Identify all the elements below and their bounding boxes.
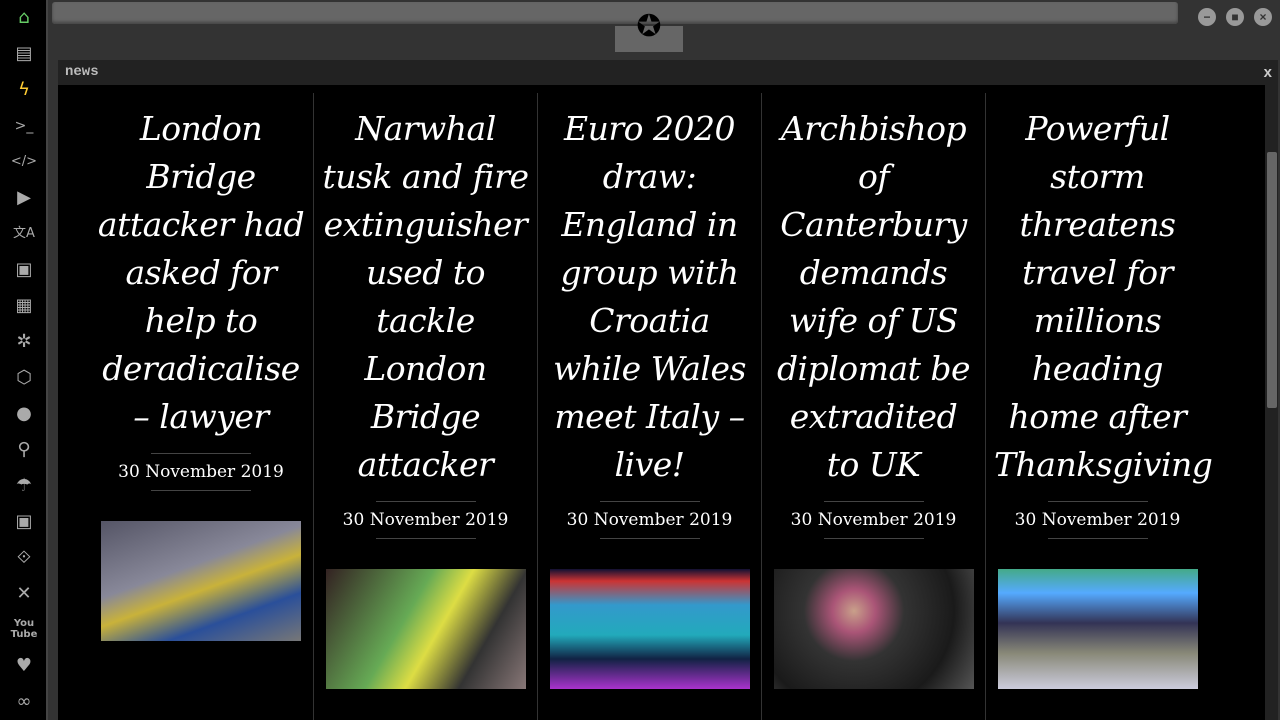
home-icon[interactable]: ⌂ xyxy=(10,6,38,30)
heart-icon[interactable]: ♥ xyxy=(10,654,38,678)
maximize-button[interactable]: ■ xyxy=(1226,8,1244,26)
infinity-cloud-icon[interactable]: ∞ xyxy=(10,690,38,714)
news-panel: news x London Bridge attacker had asked … xyxy=(58,60,1278,720)
rebel-logo-icon: ✪ xyxy=(636,10,662,43)
article-image[interactable] xyxy=(549,569,750,689)
article-headline[interactable]: Narwhal tusk and fire extinguisher used … xyxy=(314,93,537,489)
minimize-button[interactable]: − xyxy=(1198,8,1216,26)
article-date: 30 November 2019 xyxy=(343,501,508,539)
article-image[interactable] xyxy=(325,569,526,689)
article-card[interactable]: Archbishop of Canterbury demands wife of… xyxy=(761,93,985,720)
article-image[interactable] xyxy=(101,521,301,641)
newspaper-icon[interactable]: ▦ xyxy=(10,294,38,318)
document-icon[interactable]: ▤ xyxy=(10,42,38,66)
article-date: 30 November 2019 xyxy=(1015,501,1180,539)
article-headline[interactable]: London Bridge attacker had asked for hel… xyxy=(89,93,313,441)
contacts-icon[interactable]: ▣ xyxy=(10,510,38,534)
article-date: 30 November 2019 xyxy=(118,453,284,491)
article-date: 30 November 2019 xyxy=(567,501,732,539)
article-card[interactable]: Narwhal tusk and fire extinguisher used … xyxy=(313,93,537,720)
article-card[interactable]: London Bridge attacker had asked for hel… xyxy=(89,93,313,720)
link-icon[interactable]: ⟐ xyxy=(10,546,38,570)
article-headline[interactable]: Euro 2020 draw: England in group with Cr… xyxy=(538,93,761,489)
image-icon[interactable]: ▣ xyxy=(10,258,38,282)
scrollbar-thumb[interactable] xyxy=(1267,152,1277,408)
panel-close-button[interactable]: x xyxy=(1264,64,1272,81)
article-headline[interactable]: Powerful storm threatens travel for mill… xyxy=(986,93,1213,489)
play-icon[interactable]: ▶ xyxy=(10,186,38,210)
terminal-icon[interactable]: >_ xyxy=(10,114,38,138)
umbrella-icon[interactable]: ☂ xyxy=(10,474,38,498)
sidebar: ⌂ ▤ ϟ >_ </> ▶ 文A ▣ ▦ ✲ ⬡ ● ⚲ ☂ ▣ ⟐ ✕ Yo… xyxy=(0,0,48,720)
address-bar[interactable] xyxy=(52,2,1178,24)
expand-icon[interactable]: ✕ xyxy=(10,582,38,606)
news-list: London Bridge attacker had asked for hel… xyxy=(58,85,1265,720)
lightning-icon[interactable]: ϟ xyxy=(10,78,38,102)
article-card[interactable]: Powerful storm threatens travel for mill… xyxy=(985,93,1213,720)
scrollbar[interactable] xyxy=(1265,85,1278,720)
article-date: 30 November 2019 xyxy=(791,501,956,539)
translate-icon[interactable]: 文A xyxy=(10,222,38,246)
article-image[interactable] xyxy=(997,569,1198,689)
article-image[interactable] xyxy=(773,569,974,689)
search-icon[interactable]: ⚲ xyxy=(10,438,38,462)
panel-title: news xyxy=(65,64,99,80)
youtube-icon[interactable]: You Tube xyxy=(10,618,38,642)
hexagon-network-icon[interactable]: ⬡ xyxy=(10,366,38,390)
close-window-button[interactable]: × xyxy=(1254,8,1272,26)
globe-icon[interactable]: ● xyxy=(10,402,38,426)
article-card[interactable]: Euro 2020 draw: England in group with Cr… xyxy=(537,93,761,720)
rebel-emblem-icon[interactable]: ✲ xyxy=(10,330,38,354)
article-headline[interactable]: Archbishop of Canterbury demands wife of… xyxy=(762,93,985,489)
code-icon[interactable]: </> xyxy=(10,150,38,174)
